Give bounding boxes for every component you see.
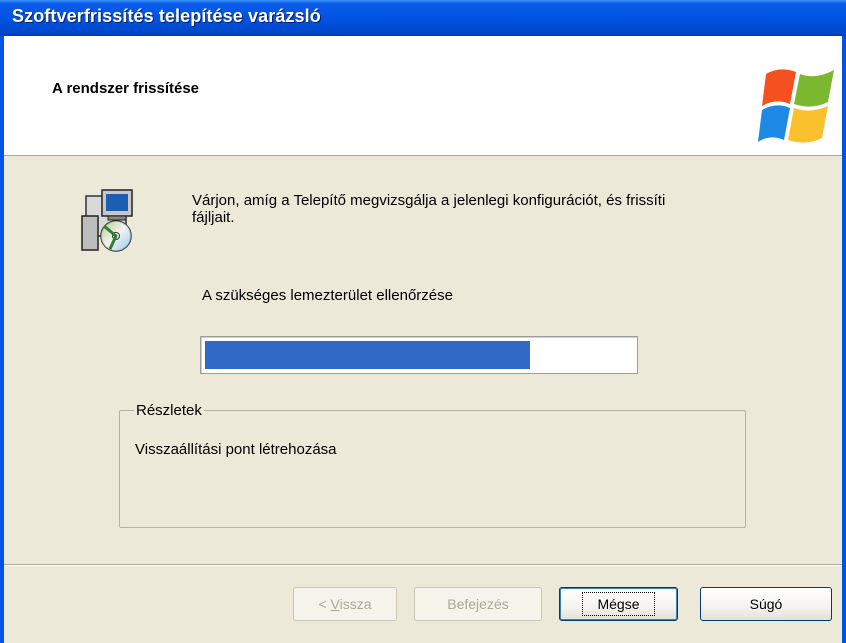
status-text: A szükséges lemezterület ellenőrzése [202, 287, 453, 304]
details-text: Visszaállítási pont létrehozása [135, 441, 337, 458]
finish-button-label: Befejezés [447, 596, 509, 612]
window-title: Szoftverfrissítés telepítése varázsló [12, 6, 321, 26]
button-separator [4, 564, 842, 566]
wizard-header: A rendszer frissítése [4, 36, 842, 156]
instruction-line-1: Várjon, amíg a Telepítő megvizsgálja a j… [192, 192, 666, 209]
details-group-label: Részletek [134, 402, 204, 419]
title-bar[interactable]: Szoftverfrissítés telepítése varázsló [0, 0, 846, 36]
instruction-line-2: fájljait. [192, 209, 235, 226]
window-border-right [842, 36, 846, 643]
back-button[interactable]: < Vissza [293, 587, 397, 621]
wizard-window: Szoftverfrissítés telepítése varázsló A … [0, 0, 846, 643]
windows-logo-icon [758, 69, 834, 143]
progress-bar-fill [205, 341, 530, 369]
progress-bar [200, 336, 638, 374]
help-button-label: Súgó [749, 596, 783, 612]
setup-computer-cd-icon [81, 189, 133, 252]
finish-button[interactable]: Befejezés [414, 587, 542, 621]
page-title: A rendszer frissítése [52, 80, 200, 97]
back-button-label: < Vissza [318, 596, 372, 612]
instruction-text: Várjon, amíg a Telepítő megvizsgálja a j… [192, 192, 792, 226]
help-button[interactable]: Súgó [700, 587, 832, 621]
cancel-button[interactable]: Mégse [559, 587, 678, 621]
cancel-button-label: Mégse [582, 592, 655, 616]
details-group-box [119, 410, 746, 528]
